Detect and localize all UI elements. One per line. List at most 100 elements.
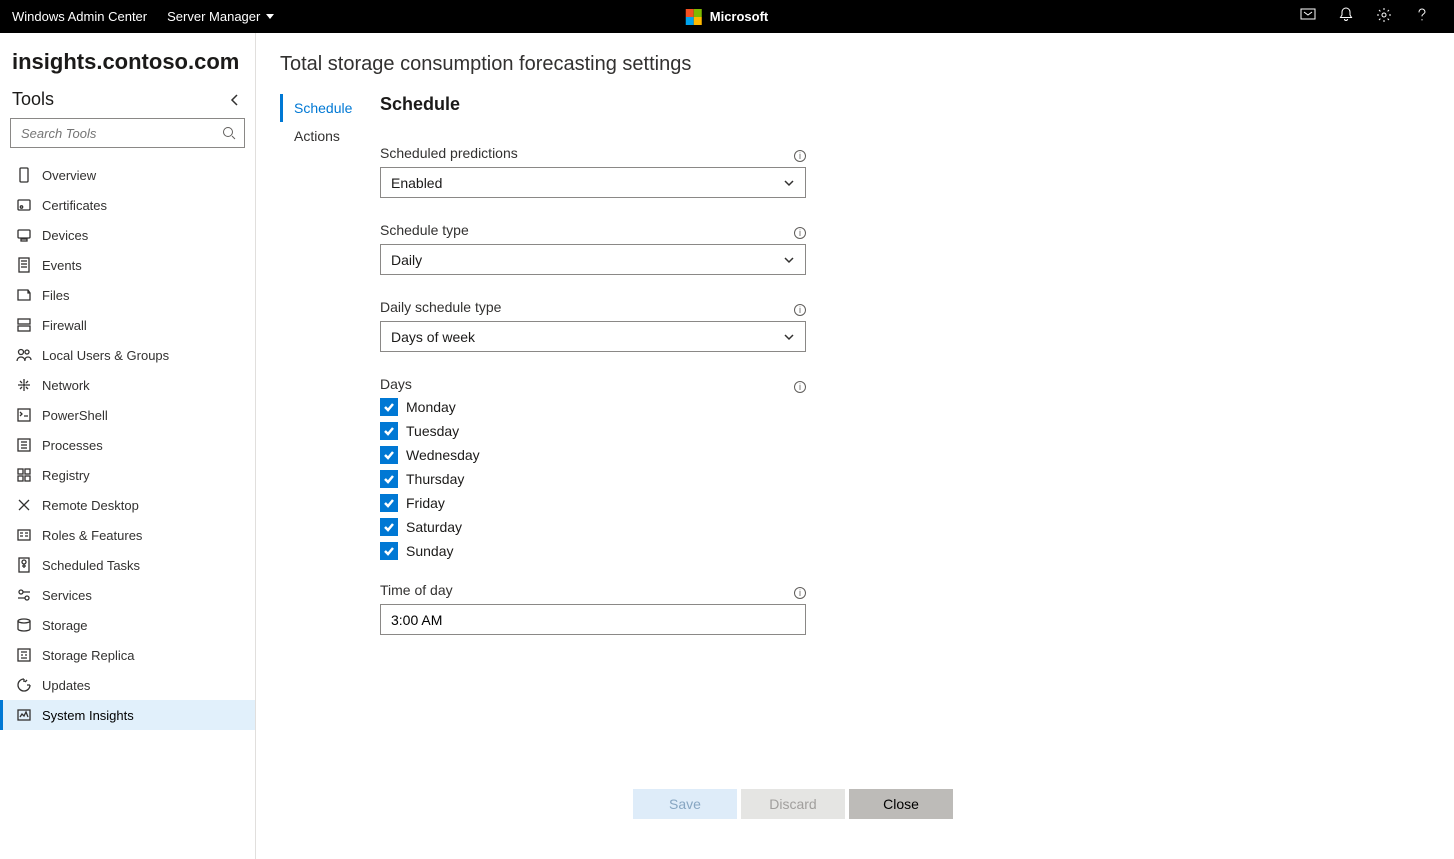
tool-icon — [16, 227, 32, 243]
settings-icon[interactable] — [1376, 7, 1392, 26]
day-row-saturday: Saturday — [380, 518, 806, 536]
sidebar-item-label: Files — [42, 288, 69, 303]
schedule-form: Schedule Scheduled predictions i Enabled… — [380, 94, 806, 635]
subnav-schedule[interactable]: Schedule — [280, 94, 380, 122]
sidebar-item-label: Overview — [42, 168, 96, 183]
info-icon[interactable]: i — [794, 587, 806, 599]
sidebar-item-devices[interactable]: Devices — [0, 220, 255, 250]
tools-title: Tools — [12, 89, 54, 110]
sidebar-item-label: Devices — [42, 228, 88, 243]
sidebar-item-certificates[interactable]: Certificates — [0, 190, 255, 220]
info-icon[interactable]: i — [794, 227, 806, 239]
tool-icon — [16, 647, 32, 663]
sidebar: insights.contoso.com Tools OverviewCerti… — [0, 33, 256, 859]
tool-list: Overview Certificates Devices Events Files Fi… — [0, 160, 255, 859]
sidebar-item-services[interactable]: Services — [0, 580, 255, 610]
page-title: Total storage consumption forecasting se… — [280, 53, 1430, 76]
checkbox-tuesday[interactable] — [380, 422, 398, 440]
checkbox-wednesday[interactable] — [380, 446, 398, 464]
scheduled-predictions-value: Enabled — [391, 175, 442, 191]
sidebar-item-label: Scheduled Tasks — [42, 558, 140, 573]
collapse-sidebar-icon[interactable] — [229, 94, 241, 106]
sidebar-item-registry[interactable]: Registry — [0, 460, 255, 490]
save-button[interactable]: Save — [633, 789, 737, 819]
tool-icon — [16, 557, 32, 573]
scheduled-predictions-select[interactable]: Enabled — [380, 167, 806, 198]
checkbox-saturday[interactable] — [380, 518, 398, 536]
tool-icon — [16, 437, 32, 453]
sidebar-item-roles-features[interactable]: Roles & Features — [0, 520, 255, 550]
feedback-icon[interactable] — [1300, 7, 1316, 26]
sidebar-item-label: Firewall — [42, 318, 87, 333]
brand: Microsoft — [686, 9, 769, 25]
sidebar-item-updates[interactable]: Updates — [0, 670, 255, 700]
sidebar-item-files[interactable]: Files — [0, 280, 255, 310]
sidebar-item-label: Events — [42, 258, 82, 273]
tool-icon — [16, 287, 32, 303]
topbar: Windows Admin Center Server Manager Micr… — [0, 0, 1454, 33]
day-label: Thursday — [406, 471, 464, 487]
checkbox-monday[interactable] — [380, 398, 398, 416]
sidebar-item-system-insights[interactable]: System Insights — [0, 700, 255, 730]
sidebar-item-local-users-groups[interactable]: Local Users & Groups — [0, 340, 255, 370]
time-of-day-input[interactable] — [380, 604, 806, 635]
schedule-type-select[interactable]: Daily — [380, 244, 806, 275]
day-label: Tuesday — [406, 423, 459, 439]
subnav-actions[interactable]: Actions — [280, 122, 380, 150]
sidebar-item-label: Certificates — [42, 198, 107, 213]
sidebar-item-label: Network — [42, 378, 90, 393]
day-row-tuesday: Tuesday — [380, 422, 806, 440]
day-row-monday: Monday — [380, 398, 806, 416]
sidebar-item-label: Updates — [42, 678, 90, 693]
tool-icon — [16, 497, 32, 513]
sidebar-item-label: Services — [42, 588, 92, 603]
day-label: Saturday — [406, 519, 462, 535]
sidebar-item-overview[interactable]: Overview — [0, 160, 255, 190]
sidebar-item-label: Processes — [42, 438, 103, 453]
day-row-wednesday: Wednesday — [380, 446, 806, 464]
info-icon[interactable]: i — [794, 150, 806, 162]
daily-schedule-type-label: Daily schedule type — [380, 299, 501, 315]
day-label: Sunday — [406, 543, 453, 559]
day-row-thursday: Thursday — [380, 470, 806, 488]
daily-schedule-type-select[interactable]: Days of week — [380, 321, 806, 352]
daily-schedule-type-value: Days of week — [391, 329, 475, 345]
sidebar-item-storage[interactable]: Storage — [0, 610, 255, 640]
tool-icon — [16, 317, 32, 333]
tool-icon — [16, 377, 32, 393]
tool-icon — [16, 467, 32, 483]
day-label: Wednesday — [406, 447, 480, 463]
sidebar-item-powershell[interactable]: PowerShell — [0, 400, 255, 430]
sidebar-item-scheduled-tasks[interactable]: Scheduled Tasks — [0, 550, 255, 580]
tool-icon — [16, 617, 32, 633]
checkbox-thursday[interactable] — [380, 470, 398, 488]
tool-icon — [16, 677, 32, 693]
notification-icon[interactable] — [1338, 7, 1354, 26]
sidebar-item-firewall[interactable]: Firewall — [0, 310, 255, 340]
brand-text: Microsoft — [710, 9, 769, 24]
discard-button[interactable]: Discard — [741, 789, 845, 819]
sidebar-item-label: Roles & Features — [42, 528, 142, 543]
close-button[interactable]: Close — [849, 789, 953, 819]
sidebar-item-label: Registry — [42, 468, 90, 483]
info-icon[interactable]: i — [794, 381, 806, 393]
sidebar-item-processes[interactable]: Processes — [0, 430, 255, 460]
tool-icon — [16, 197, 32, 213]
sidebar-item-label: Remote Desktop — [42, 498, 139, 513]
sidebar-item-network[interactable]: Network — [0, 370, 255, 400]
checkbox-sunday[interactable] — [380, 542, 398, 560]
help-icon[interactable] — [1414, 7, 1430, 26]
chevron-down-icon — [783, 254, 795, 266]
sidebar-item-remote-desktop[interactable]: Remote Desktop — [0, 490, 255, 520]
sidebar-item-label: Storage — [42, 618, 88, 633]
sidebar-item-storage-replica[interactable]: Storage Replica — [0, 640, 255, 670]
search-input-field[interactable] — [19, 125, 222, 142]
tool-icon — [16, 707, 32, 723]
sidebar-item-label: Local Users & Groups — [42, 348, 169, 363]
checkbox-friday[interactable] — [380, 494, 398, 512]
sidebar-item-events[interactable]: Events — [0, 250, 255, 280]
search-tools-input[interactable] — [10, 118, 245, 148]
context-dropdown[interactable]: Server Manager — [167, 9, 274, 24]
info-icon[interactable]: i — [794, 304, 806, 316]
product-name[interactable]: Windows Admin Center — [12, 9, 147, 24]
